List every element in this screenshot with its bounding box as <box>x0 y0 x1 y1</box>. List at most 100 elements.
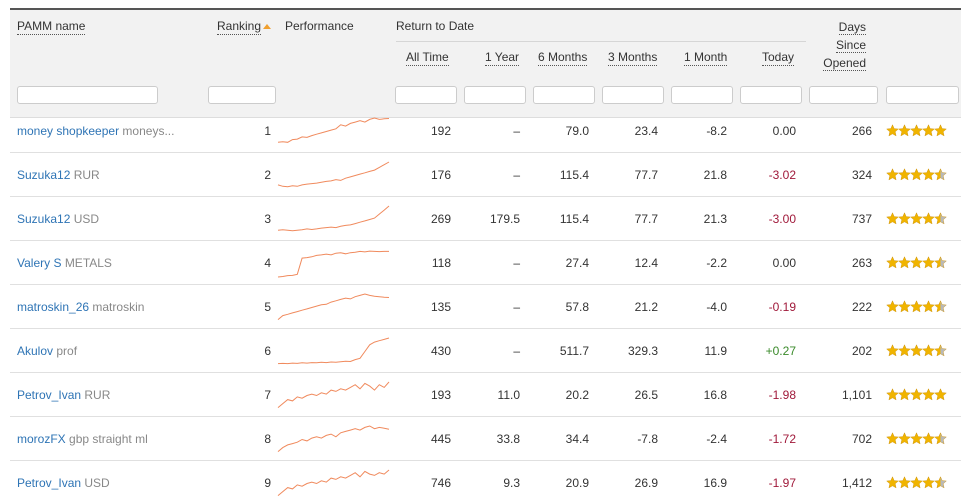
3-months-value: 26.5 <box>634 388 658 402</box>
ranking-value: 6 <box>264 344 271 358</box>
table-row[interactable]: morozFX gbp straight ml 8 445 33.8 34.4 … <box>10 417 961 461</box>
manager-link[interactable]: Petrov_Ivan <box>17 476 81 490</box>
account-name: METALS <box>64 256 112 270</box>
sparkline-path <box>277 205 390 232</box>
table-header: PAMM name Ranking Performance Return to … <box>10 10 961 118</box>
today-value: -0.19 <box>768 300 796 314</box>
manager-link[interactable]: Suzuka12 <box>17 168 70 182</box>
star-icon <box>934 388 947 401</box>
1-month-value: 21.3 <box>703 212 727 226</box>
manager-link[interactable]: Suzuka12 <box>17 212 70 226</box>
column-days-since-opened[interactable]: Days Since Opened <box>810 18 866 72</box>
6-months-value: 57.8 <box>565 300 589 314</box>
sparkline-path <box>277 337 390 365</box>
all-time-value: 118 <box>431 256 451 270</box>
sparkline-path <box>277 250 389 278</box>
column-6-months[interactable]: 6 Months <box>538 50 588 66</box>
rating-stars <box>886 124 947 138</box>
filter-1-year[interactable] <box>464 86 526 104</box>
account-name: USD <box>84 476 110 490</box>
filter-1-month[interactable] <box>671 86 733 104</box>
3-months-value: 77.7 <box>634 168 658 182</box>
1-month-value: 16.9 <box>703 476 727 490</box>
pamm-name-cell: morozFX gbp straight ml <box>17 417 207 461</box>
filter-pamm-name[interactable] <box>17 86 158 104</box>
account-name: RUR <box>84 388 111 402</box>
3-months-value: 329.3 <box>627 344 658 358</box>
performance-sparkline <box>277 117 390 143</box>
manager-link[interactable]: Valery S <box>17 256 61 270</box>
table-row[interactable]: money shopkeeper moneys... 1 192 – 79.0 … <box>10 109 961 153</box>
6-months-value: 115.4 <box>559 212 589 226</box>
sparkline-path <box>277 381 390 408</box>
account-name: USD <box>73 212 100 226</box>
days-since-opened-value: 702 <box>851 432 872 446</box>
column-3-months[interactable]: 3 Months <box>608 50 658 66</box>
account-name: prof <box>56 344 78 358</box>
manager-link[interactable]: matroskin_26 <box>17 300 89 314</box>
column-pamm-name[interactable]: PAMM name <box>17 19 86 35</box>
6-months-value: 511.7 <box>559 344 589 358</box>
column-1-month[interactable]: 1 Month <box>684 50 728 66</box>
column-1-year[interactable]: 1 Year <box>485 50 520 66</box>
opened-label[interactable]: Opened <box>823 56 866 71</box>
filter-6-months[interactable] <box>533 86 595 104</box>
rating-stars <box>886 168 947 182</box>
filter-today[interactable] <box>740 86 802 104</box>
all-time-value: 135 <box>430 300 451 314</box>
today-value: -1.72 <box>768 432 796 446</box>
sparkline-path <box>277 293 390 320</box>
manager-link[interactable]: morozFX <box>17 432 66 446</box>
table-row[interactable]: Akulov prof 6 430 – 511.7 329.3 11.9 +0.… <box>10 329 961 373</box>
column-all-time[interactable]: All Time <box>406 50 449 66</box>
days-label[interactable]: Days <box>838 20 866 35</box>
filter-3-months[interactable] <box>602 86 664 104</box>
filter-days-since-opened[interactable] <box>809 86 878 104</box>
sort-ascending-icon[interactable] <box>263 24 272 29</box>
manager-link[interactable]: money shopkeeper <box>17 124 119 138</box>
all-time-value: 445 <box>430 432 451 446</box>
pamm-ranking-table: PAMM name Ranking Performance Return to … <box>10 8 961 503</box>
table-row[interactable]: Suzuka12 RUR 2 176 – 115.4 77.7 21.8 -3.… <box>10 153 961 197</box>
sparkline-path <box>277 469 390 496</box>
today-value: -1.98 <box>768 388 796 402</box>
pamm-name-cell: Akulov prof <box>17 329 207 373</box>
manager-link[interactable]: Akulov <box>17 344 53 358</box>
filter-ranking[interactable] <box>208 86 276 104</box>
ranking-value: 7 <box>264 388 271 402</box>
star-icon <box>934 300 947 313</box>
filter-all-time[interactable] <box>395 86 457 104</box>
6-months-value: 20.2 <box>565 388 589 402</box>
pamm-name-cell: Valery S METALS <box>17 241 207 285</box>
rating-stars <box>886 388 947 402</box>
today-value: -1.97 <box>768 476 796 490</box>
3-months-value: 23.4 <box>634 124 658 138</box>
star-icon <box>934 432 947 445</box>
table-row[interactable]: matroskin_26 matroskin 5 135 – 57.8 21.2… <box>10 285 961 329</box>
return-to-date-group: Return to Date <box>396 19 475 33</box>
rating-stars <box>886 432 947 446</box>
6-months-value: 115.4 <box>559 168 589 182</box>
group-divider <box>396 41 806 42</box>
table-row[interactable]: Petrov_Ivan RUR 7 193 11.0 20.2 26.5 16.… <box>10 373 961 417</box>
today-value: -3.02 <box>768 168 796 182</box>
pamm-name-cell: matroskin_26 matroskin <box>17 285 207 329</box>
all-time-value: 430 <box>430 344 451 358</box>
table-row[interactable]: Suzuka12 USD 3 269 179.5 115.4 77.7 21.3… <box>10 197 961 241</box>
sparkline-path <box>277 161 390 188</box>
6-months-value: 34.4 <box>565 432 589 446</box>
1-month-value: -2.2 <box>706 256 727 270</box>
filter-rating[interactable] <box>886 86 959 104</box>
1-month-value: 21.8 <box>703 168 727 182</box>
column-ranking-label[interactable]: Ranking <box>217 19 262 35</box>
column-ranking[interactable]: Ranking <box>217 19 272 35</box>
pamm-name-cell: Suzuka12 RUR <box>17 153 207 197</box>
table-row[interactable]: Valery S METALS 4 118 – 27.4 12.4 -2.2 0… <box>10 241 961 285</box>
manager-link[interactable]: Petrov_Ivan <box>17 388 81 402</box>
column-today[interactable]: Today <box>762 50 795 66</box>
since-label[interactable]: Since <box>835 38 866 53</box>
1-year-value: – <box>513 124 520 138</box>
rating-stars <box>886 344 947 358</box>
1-month-value: -2.4 <box>706 432 727 446</box>
table-row[interactable]: Petrov_Ivan USD 9 746 9.3 20.9 26.9 16.9… <box>10 461 961 503</box>
